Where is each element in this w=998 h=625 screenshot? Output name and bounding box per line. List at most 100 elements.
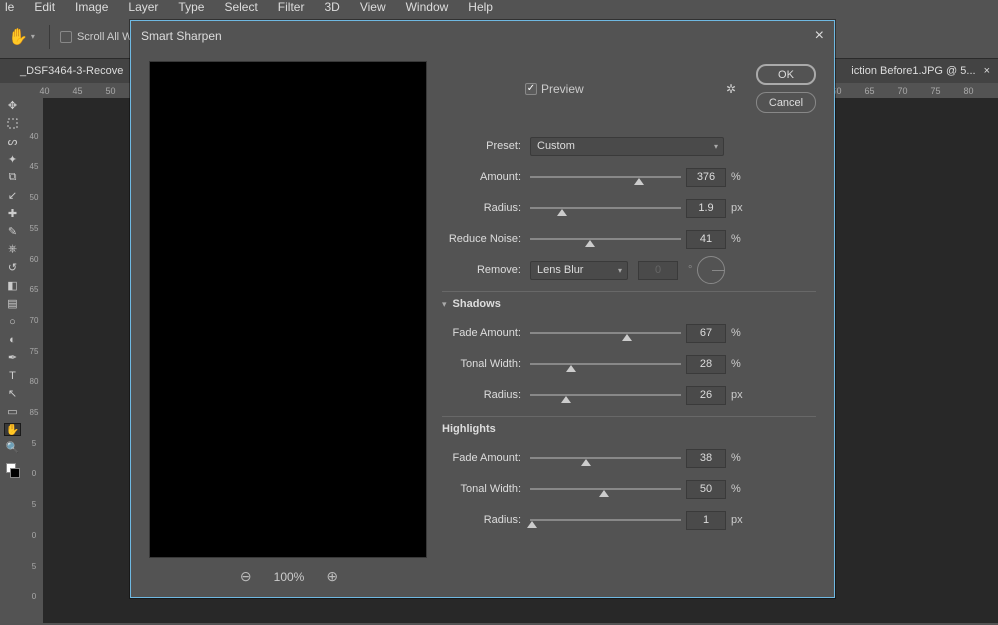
color-swatches[interactable] <box>6 463 20 478</box>
reduce-noise-unit: % <box>731 233 747 245</box>
menu-view[interactable]: View <box>360 0 386 14</box>
menu-window[interactable]: Window <box>406 0 449 14</box>
shadows-radius-label: Radius: <box>442 389 521 401</box>
preview-checkbox-label: Preview <box>541 82 584 96</box>
tool-marquee-icon[interactable] <box>5 118 20 129</box>
shadows-heading: Shadows <box>453 298 501 310</box>
scroll-all-checkbox[interactable] <box>60 31 72 43</box>
highlights-radius-slider[interactable] <box>530 512 681 528</box>
highlights-fade-label: Fade Amount: <box>442 452 521 464</box>
shadows-radius-slider[interactable] <box>530 387 681 403</box>
tab-document-2[interactable]: iction Before1.JPG @ 5... × <box>851 65 990 77</box>
shadows-fade-slider[interactable] <box>530 325 681 341</box>
unit: % <box>731 452 747 464</box>
tool-eyedropper-icon[interactable]: ↙ <box>5 190 20 201</box>
degree-symbol: ° <box>688 264 692 276</box>
checkbox-checked-icon: ✓ <box>525 83 537 95</box>
unit: px <box>731 389 747 401</box>
ok-button[interactable]: OK <box>756 64 816 85</box>
highlights-tonal-slider[interactable] <box>530 481 681 497</box>
divider <box>442 416 816 417</box>
tool-move-icon[interactable]: ✥ <box>5 100 20 111</box>
highlights-section-toggle[interactable]: Highlights <box>442 423 816 435</box>
tool-shape-icon[interactable]: ▭ <box>5 406 20 417</box>
preset-dropdown[interactable]: Custom ▾ <box>530 137 724 156</box>
tool-type-icon[interactable]: T <box>5 370 20 381</box>
reduce-noise-input[interactable] <box>686 230 726 249</box>
tool-hand-icon[interactable]: ✋ <box>5 424 20 435</box>
highlights-tonal-label: Tonal Width: <box>442 483 521 495</box>
angle-dial[interactable] <box>697 256 725 284</box>
remove-value: Lens Blur <box>537 264 583 276</box>
menu-select[interactable]: Select <box>224 0 257 14</box>
zoom-in-icon[interactable]: ⊕ <box>326 568 338 585</box>
shadows-radius-input[interactable] <box>686 386 726 405</box>
menu-edit[interactable]: Edit <box>34 0 55 14</box>
highlights-radius-label: Radius: <box>442 514 521 526</box>
tab-document-2-label: iction Before1.JPG @ 5... <box>851 65 975 77</box>
menu-type[interactable]: Type <box>178 0 204 14</box>
tool-preset-dropdown-icon[interactable]: ▾ <box>31 32 35 41</box>
tool-path-icon[interactable]: ↖ <box>5 388 20 399</box>
gear-icon[interactable]: ✲ <box>726 82 736 96</box>
menu-bar[interactable]: le Edit Image Layer Type Select Filter 3… <box>0 0 998 15</box>
unit: px <box>731 514 747 526</box>
radius-slider[interactable] <box>530 200 681 216</box>
smart-sharpen-dialog: Smart Sharpen × ⊖ 100% ⊕ ✓ Preview ✲ OK … <box>130 20 835 598</box>
radius-unit: px <box>731 202 747 214</box>
shadows-fade-label: Fade Amount: <box>442 327 521 339</box>
close-icon[interactable]: × <box>815 27 824 45</box>
tool-zoom-icon[interactable]: 🔍 <box>5 442 20 453</box>
highlights-fade-input[interactable] <box>686 449 726 468</box>
chevron-down-icon: ▾ <box>442 299 447 310</box>
unit: % <box>731 358 747 370</box>
tool-heal-icon[interactable]: ✚ <box>5 208 20 219</box>
zoom-level: 100% <box>274 570 305 584</box>
menu-help[interactable]: Help <box>468 0 493 14</box>
highlights-radius-input[interactable] <box>686 511 726 530</box>
tool-wand-icon[interactable]: ✦ <box>5 154 20 165</box>
menu-3d[interactable]: 3D <box>324 0 339 14</box>
zoom-out-icon[interactable]: ⊖ <box>240 568 252 585</box>
dialog-titlebar[interactable]: Smart Sharpen × <box>131 21 834 51</box>
tool-gradient-icon[interactable]: ▤ <box>5 298 20 309</box>
reduce-noise-slider[interactable] <box>530 231 681 247</box>
tool-lasso-icon[interactable]: ᔕ <box>5 136 20 147</box>
menu-file[interactable]: le <box>5 0 14 14</box>
menu-image[interactable]: Image <box>75 0 108 14</box>
menu-layer[interactable]: Layer <box>128 0 158 14</box>
menu-filter[interactable]: Filter <box>278 0 305 14</box>
amount-label: Amount: <box>442 171 521 183</box>
amount-slider[interactable] <box>530 169 681 185</box>
amount-input[interactable] <box>686 168 726 187</box>
shadows-fade-input[interactable] <box>686 324 726 343</box>
shadows-tonal-slider[interactable] <box>530 356 681 372</box>
remove-dropdown[interactable]: Lens Blur ▾ <box>530 261 628 280</box>
preview-checkbox[interactable]: ✓ Preview <box>525 82 584 96</box>
shadows-tonal-label: Tonal Width: <box>442 358 521 370</box>
highlights-tonal-input[interactable] <box>686 480 726 499</box>
tool-stamp-icon[interactable]: ⎈ <box>5 244 20 255</box>
dialog-title-text: Smart Sharpen <box>141 29 222 43</box>
tool-pen-icon[interactable]: ✒ <box>5 352 20 363</box>
tool-brush-icon[interactable]: ✎ <box>5 226 20 237</box>
preset-label: Preset: <box>442 140 521 152</box>
tool-dodge-icon[interactable]: ◐ <box>5 334 20 345</box>
preset-value: Custom <box>537 140 575 152</box>
background-swatch[interactable] <box>10 468 20 478</box>
hand-tool-icon[interactable]: ✋ <box>8 27 28 47</box>
preview-image[interactable] <box>149 61 427 558</box>
tool-history-icon[interactable]: ↺ <box>5 262 20 273</box>
tool-crop-icon[interactable]: ⧉ <box>5 172 20 183</box>
highlights-fade-slider[interactable] <box>530 450 681 466</box>
tool-eraser-icon[interactable]: ◧ <box>5 280 20 291</box>
shadows-tonal-input[interactable] <box>686 355 726 374</box>
shadows-section-toggle[interactable]: ▾ Shadows <box>442 298 816 310</box>
tool-blur-icon[interactable]: ○ <box>5 316 20 327</box>
close-tab-icon[interactable]: × <box>984 65 990 77</box>
cancel-button[interactable]: Cancel <box>756 92 816 113</box>
tab-document-1[interactable]: _DSF3464-3-Recove <box>20 65 123 77</box>
divider <box>49 25 50 49</box>
unit: % <box>731 327 747 339</box>
radius-input[interactable] <box>686 199 726 218</box>
